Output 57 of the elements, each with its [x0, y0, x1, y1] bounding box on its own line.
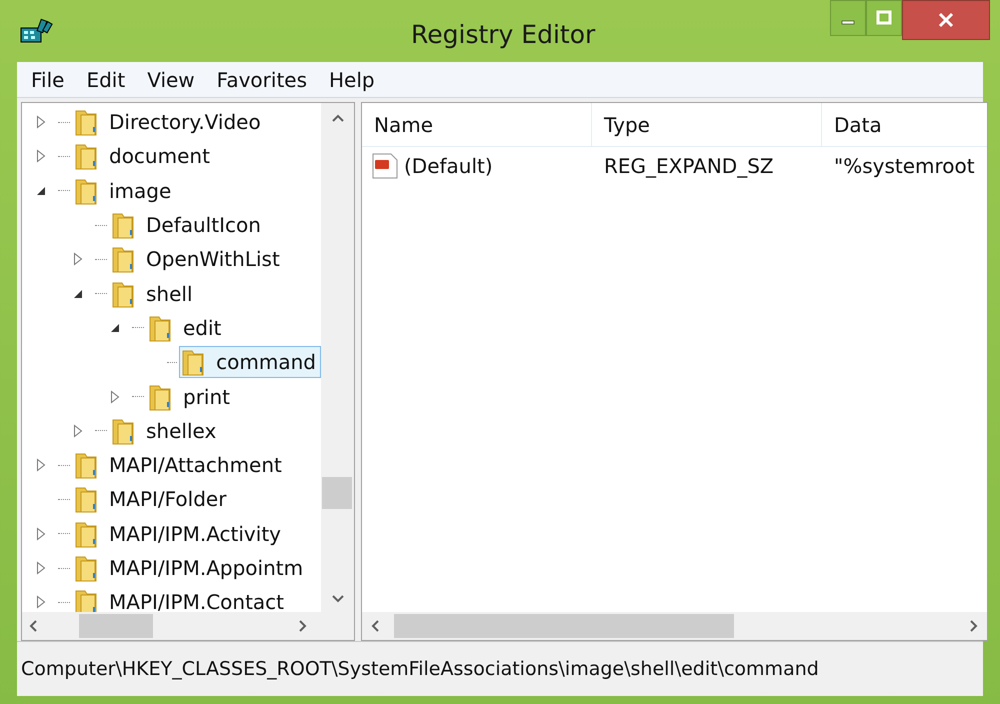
expanded-arrow-icon[interactable] — [110, 322, 120, 333]
tree-item[interactable]: MAPI/Folder — [72, 483, 232, 516]
minimize-icon — [841, 20, 855, 24]
collapsed-arrow-icon[interactable] — [36, 458, 46, 472]
scroll-thumb[interactable] — [322, 477, 352, 509]
registry-cubes-icon — [19, 18, 53, 44]
collapsed-arrow-icon[interactable] — [73, 252, 83, 266]
tree-item[interactable]: Directory.Video — [72, 106, 266, 138]
collapsed-arrow-icon[interactable] — [36, 149, 46, 164]
expanded-arrow-icon[interactable] — [36, 186, 46, 196]
tree-item[interactable]: shell — [109, 278, 198, 310]
tree-item[interactable]: document — [72, 140, 215, 172]
collapsed-arrow-icon[interactable] — [36, 115, 46, 130]
horizontal-scrollbar[interactable] — [362, 612, 987, 640]
tree-item[interactable]: DefaultIcon — [109, 209, 266, 242]
menu-item[interactable]: View — [137, 64, 205, 94]
menu-item[interactable]: File — [21, 64, 74, 94]
scroll-left-icon[interactable] — [28, 619, 38, 633]
scroll-left-icon[interactable] — [370, 619, 380, 633]
menu-item[interactable]: Edit — [76, 64, 136, 94]
collapsed-arrow-icon[interactable] — [73, 424, 83, 438]
scroll-right-icon[interactable] — [968, 619, 979, 633]
value-data: "%systemroot — [834, 154, 975, 178]
close-button[interactable] — [902, 0, 990, 40]
horizontal-scrollbar[interactable] — [22, 612, 354, 640]
tree-item[interactable]: MAPI/IPM.Activity — [72, 518, 286, 550]
expanded-arrow-icon[interactable] — [73, 288, 83, 299]
menu-item[interactable]: Favorites — [206, 64, 318, 94]
collapsed-arrow-icon[interactable] — [36, 595, 46, 610]
value-type: REG_EXPAND_SZ — [604, 154, 774, 178]
tree-item[interactable]: MAPI/IPM.Appointm — [72, 552, 308, 584]
tree-item[interactable]: shellex — [109, 414, 222, 447]
tree-item[interactable]: OpenWithList — [109, 243, 285, 276]
scroll-up-icon[interactable] — [330, 113, 344, 123]
collapsed-arrow-icon[interactable] — [110, 390, 120, 404]
maximize-button[interactable] — [866, 0, 902, 36]
collapsed-arrow-icon[interactable] — [36, 561, 46, 575]
scroll-right-icon[interactable] — [298, 619, 308, 633]
menu-item[interactable]: Help — [319, 64, 385, 94]
scroll-thumb[interactable] — [394, 614, 734, 638]
tree-item[interactable]: command — [179, 346, 321, 378]
column-header[interactable]: Name — [362, 103, 592, 146]
tree-item[interactable]: MAPI/Attachment — [72, 449, 287, 482]
column-header[interactable]: Type — [592, 103, 822, 146]
maximize-icon — [876, 10, 892, 26]
scroll-down-icon[interactable] — [330, 594, 344, 604]
vertical-scrollbar[interactable] — [321, 103, 354, 612]
tree-item[interactable]: edit — [146, 312, 226, 344]
value-name[interactable]: (Default) — [404, 151, 493, 181]
scroll-thumb[interactable] — [79, 614, 153, 638]
tree-item[interactable]: image — [72, 174, 176, 207]
tree-item[interactable]: print — [146, 380, 235, 413]
close-icon — [937, 11, 955, 29]
window-title: Registry Editor — [411, 19, 596, 51]
string-value-icon — [370, 151, 400, 181]
collapsed-arrow-icon[interactable] — [36, 526, 46, 541]
column-header[interactable]: Data — [822, 103, 987, 146]
